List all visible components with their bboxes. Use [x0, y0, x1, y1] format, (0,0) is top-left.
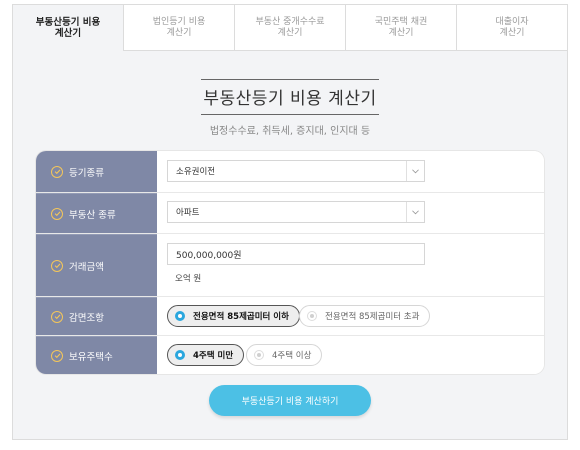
- amount-input[interactable]: 500,000,000원: [167, 243, 425, 265]
- form-label: 부동산 종류: [36, 193, 157, 233]
- tab-corporate-registration[interactable]: 법인등기 비용 계산기: [123, 5, 234, 50]
- houses-option-4-or-more[interactable]: 4주택 이상: [246, 344, 323, 366]
- radio-unselected-icon: [254, 350, 264, 360]
- property-type-select[interactable]: 아파트: [167, 201, 425, 223]
- form-value: 4주택 미만 4주택 이상: [157, 336, 544, 374]
- check-circle-icon: [51, 349, 63, 362]
- amount-korean-text: 오억 원: [175, 274, 202, 284]
- reduction-label: 감면조항: [69, 312, 104, 324]
- form-label: 등기종류: [36, 151, 157, 192]
- form-row-property-type: 부동산 종류 아파트: [36, 192, 544, 233]
- form-row-reduction: 감면조항 전용면적 85제곱미터 이하 전용면적 85제곱미터 초과: [36, 296, 544, 335]
- form-value: 소유권이전: [157, 151, 544, 192]
- form-card: 등기종류 소유권이전 부동산 종류 아파트 거래금액 500,000,000원 …: [36, 151, 544, 374]
- check-circle-icon: [51, 165, 63, 178]
- tab-real-estate-registration[interactable]: 부동산등기 비용 계산기: [13, 5, 123, 51]
- form-value: 500,000,000원 오억 원: [157, 234, 544, 296]
- form-row-houses: 보유주택수 4주택 미만 4주택 이상: [36, 335, 544, 374]
- check-circle-icon: [51, 207, 63, 220]
- radio-label: 전용면적 85제곱미터 초과: [325, 312, 420, 322]
- radio-label: 전용면적 85제곱미터 이하: [193, 312, 289, 322]
- form-label: 거래금액: [36, 234, 157, 296]
- registration-type-value: 소유권이전: [176, 167, 216, 177]
- calculator-panel: 부동산등기 비용 계산기 법인등기 비용 계산기 부동산 중개수수료 계산기 국…: [12, 4, 568, 440]
- radio-unselected-icon: [307, 311, 317, 321]
- radio-label: 4주택 미만: [193, 351, 234, 361]
- form-value: 전용면적 85제곱미터 이하 전용면적 85제곱미터 초과: [157, 297, 544, 335]
- registration-type-select[interactable]: 소유권이전: [167, 160, 425, 182]
- chevron-down-icon: [406, 202, 424, 222]
- tab-national-housing-bond[interactable]: 국민주택 채권 계산기: [345, 5, 456, 50]
- tab-brokerage-fee[interactable]: 부동산 중개수수료 계산기: [234, 5, 345, 50]
- page-heading: 부동산등기 비용 계산기 법정수수료, 취득세, 증지대, 인지대 등: [13, 79, 567, 137]
- calculate-button[interactable]: 부동산등기 비용 계산하기: [209, 385, 371, 416]
- form-row-registration-type: 등기종류 소유권이전: [36, 151, 544, 192]
- reduction-option-under-85[interactable]: 전용면적 85제곱미터 이하: [167, 305, 300, 327]
- radio-label: 4주택 이상: [272, 351, 312, 361]
- amount-label: 거래금액: [69, 261, 104, 273]
- chevron-down-icon: [406, 161, 424, 181]
- form-value: 아파트: [157, 193, 544, 233]
- form-label: 감면조항: [36, 297, 157, 335]
- radio-selected-icon: [175, 350, 185, 360]
- form-row-amount: 거래금액 500,000,000원 오억 원: [36, 233, 544, 296]
- form-label: 보유주택수: [36, 336, 157, 374]
- property-type-label: 부동산 종류: [69, 209, 116, 221]
- page-subtitle: 법정수수료, 취득세, 증지대, 인지대 등: [209, 126, 371, 137]
- radio-selected-icon: [175, 311, 185, 321]
- property-type-value: 아파트: [176, 208, 200, 218]
- reduction-option-over-85[interactable]: 전용면적 85제곱미터 초과: [299, 305, 431, 327]
- registration-type-label: 등기종류: [69, 167, 104, 179]
- tab-loan-interest[interactable]: 대출이자 계산기: [456, 5, 567, 50]
- calculator-tabs: 부동산등기 비용 계산기 법인등기 비용 계산기 부동산 중개수수료 계산기 국…: [13, 5, 567, 51]
- check-circle-icon: [51, 259, 63, 272]
- check-circle-icon: [51, 310, 63, 323]
- page-title: 부동산등기 비용 계산기: [201, 79, 379, 115]
- houses-option-under-4[interactable]: 4주택 미만: [167, 344, 245, 366]
- houses-label: 보유주택수: [69, 351, 113, 363]
